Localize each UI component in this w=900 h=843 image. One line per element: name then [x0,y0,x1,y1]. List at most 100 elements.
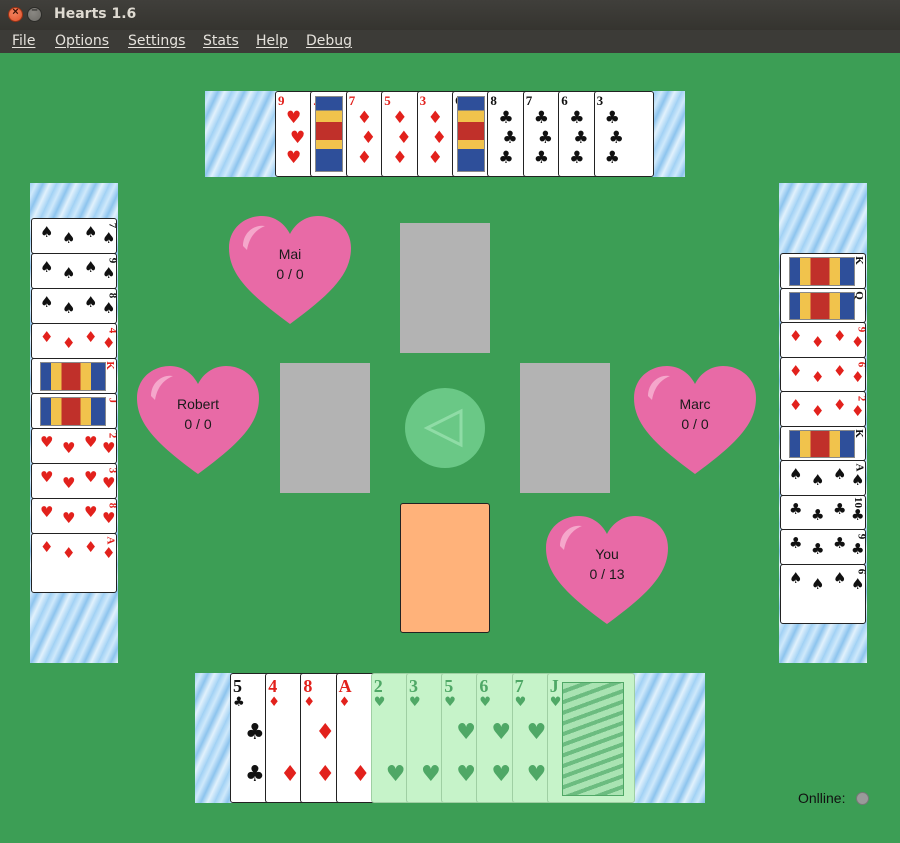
card-rank: Q [853,290,866,300]
player-heart-mai: Mai 0 / 0 [229,216,351,328]
suit-pip: ♠ [833,465,847,483]
menu-settings[interactable]: Settings [128,33,185,49]
suit-pip: ♦ [315,762,336,787]
card-rank: 8 [105,502,117,509]
card-suit: ♥ [514,695,527,710]
suit-pip: ♦ [811,333,825,351]
east-trick-slot [520,363,610,493]
card-rank: K [104,361,117,370]
card-rank: 5 [444,676,454,696]
suit-pip: ♦ [833,327,847,345]
suit-pip: ♣ [604,108,620,128]
card-rank: A [853,463,866,472]
suit-pip: ♣ [833,534,847,552]
title-bar: × – Hearts 1.6 [0,0,900,30]
suit-pip: ♥ [102,474,116,492]
player-score: 0 / 0 [184,416,212,432]
player-heart-marc: Marc 0 / 0 [634,366,756,478]
online-status-label: Onlline: [798,790,846,806]
card-rank: A [104,536,117,545]
card-rank: 9 [854,326,866,333]
suit-pip: ♠ [62,229,76,247]
suit-pip: ♠ [62,299,76,317]
suit-pip: ♦ [789,327,803,345]
suit-pip: ♣ [811,505,825,524]
suit-pip: ♣ [533,148,550,168]
suit-pip: ♦ [833,361,847,380]
suit-pip: ♠ [851,574,865,593]
suit-pip: ♦ [427,108,443,128]
suit-pip: ♣ [245,762,265,787]
suit-pip: ♠ [102,229,116,247]
suit-pip: ♥ [491,762,512,787]
card-rank: J [549,676,559,696]
menu-options[interactable]: Options [55,33,109,49]
opponent-card: 3 ♣ ♣ ♣ [593,91,654,177]
opponent-card: ♥ ♥ ♥ ♥ 3 [31,463,117,499]
suit-pip: ♥ [290,128,306,148]
opponent-card: ♠ ♠ ♠ ♠ 7 [31,218,117,254]
player-name: Marc [679,396,711,412]
player-name: You [595,546,619,562]
suit-pip: ♣ [811,540,825,558]
suit-pip: ♦ [811,367,825,386]
opponent-card: ♣ ♣ ♣ ♣ 10 [780,494,866,530]
card-rank: 7 [348,93,356,108]
suit-pip: ♦ [102,544,116,562]
face-card-art [789,291,855,320]
card-suit: ♥ [444,695,456,710]
menu-stats[interactable]: Stats [203,33,239,49]
face-card-art [457,96,485,172]
card-rank: 3 [105,467,117,474]
card-suit: ♦ [303,695,316,710]
suit-pip: ♠ [84,223,98,241]
menu-debug[interactable]: Debug [306,33,352,49]
suit-pip: ♦ [431,128,447,148]
suit-pip: ♥ [84,433,98,451]
suit-pip: ♥ [62,474,76,492]
menu-bar: File Options Settings Stats Help Debug [0,30,900,53]
suit-pip: ♣ [569,148,585,168]
card-rank: 2 [105,432,117,439]
minimize-icon: – [31,4,38,16]
card-rank: 6 [479,676,489,696]
suit-pip: ♣ [533,108,550,128]
suit-pip: ♠ [84,258,98,276]
suit-pip: ♠ [833,568,847,587]
suit-pip: ♦ [851,367,865,386]
suit-pip: ♦ [356,108,373,128]
close-window-button[interactable]: × [8,6,23,22]
player-score: 0 / 13 [589,566,625,582]
suit-pip: ♠ [102,299,116,317]
suit-pip: ♣ [498,148,514,168]
suit-pip: ♠ [102,264,116,282]
menu-help[interactable]: Help [256,33,288,49]
opponent-card: ♠ ♠ ♠ ♠ A [780,460,866,496]
card-rank: K [853,428,866,438]
triangle-left-icon [423,408,463,448]
opponent-card: ♠ ♠ ♠ ♠ 8 [31,288,117,324]
hand-card[interactable]: J ♥ [546,673,635,803]
suit-pip: ♦ [833,396,847,414]
suit-pip: ♠ [789,465,803,483]
card-suit: ♣ [233,695,245,710]
suit-pip: ♦ [84,328,98,346]
suit-pip: ♥ [456,720,476,745]
my-trick-slot[interactable] [400,503,490,633]
suit-pip: ♦ [356,148,373,168]
face-card-art [315,96,344,172]
opponent-card: ♦ ♦ ♦ ♦ 6 [780,356,866,392]
menu-file[interactable]: File [12,33,35,49]
minimize-window-button[interactable]: – [27,4,42,22]
online-status-indicator [856,792,869,805]
card-rank: 5 [233,676,242,696]
pass-cards-button[interactable] [405,388,485,468]
suit-pip: ♦ [360,128,377,148]
suit-pip: ♠ [811,471,825,489]
card-rank: 7 [525,93,533,108]
suit-pip: ♥ [286,108,302,128]
suit-pip: ♣ [604,148,620,168]
card-rank: K [853,256,866,265]
suit-pip: ♣ [245,720,265,745]
card-rank: 2 [854,395,866,402]
